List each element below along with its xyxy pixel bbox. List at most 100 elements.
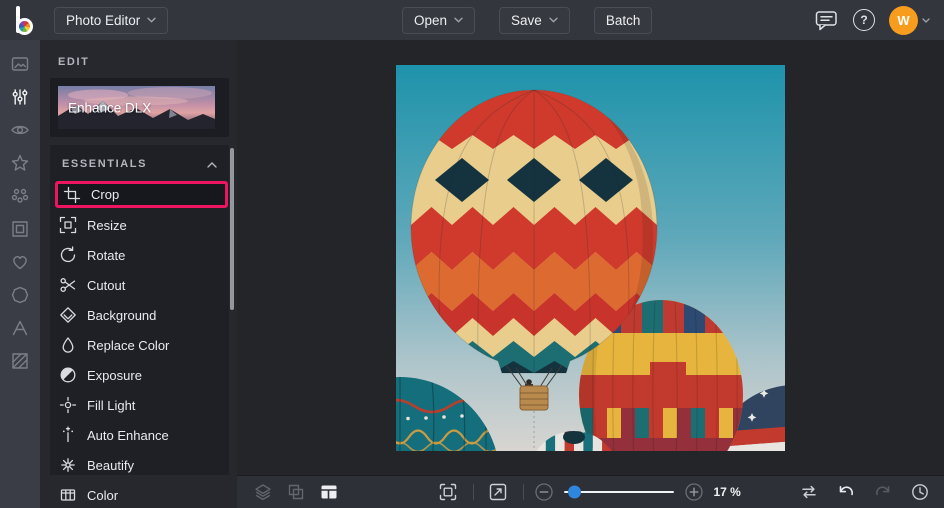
- open-label: Open: [414, 12, 448, 28]
- essentials-item-crop[interactable]: Crop: [55, 181, 228, 208]
- history-icon[interactable]: [903, 476, 936, 508]
- avatar-initial: W: [897, 12, 910, 28]
- rail-overlays-heart-icon[interactable]: [0, 245, 40, 278]
- rail-textures-icon[interactable]: [0, 344, 40, 377]
- canvas-area[interactable]: [237, 40, 944, 475]
- essentials-item-auto-enhance[interactable]: Auto Enhance: [50, 420, 229, 450]
- top-bar: Photo Editor Open Save Batch ? W: [0, 0, 944, 40]
- essentials-item-background[interactable]: Background: [50, 300, 229, 330]
- chat-feedback-icon[interactable]: [813, 7, 839, 33]
- essentials-item-label: Cutout: [87, 277, 126, 293]
- essentials-item-label: Exposure: [87, 367, 142, 383]
- rail-touch-up-icon[interactable]: [0, 113, 40, 146]
- photo-editor-app: Photo Editor Open Save Batch ? W EDIT En…: [0, 0, 944, 508]
- essentials-item-label: Resize: [87, 217, 127, 233]
- bottom-toolbar: 17 %: [237, 475, 944, 508]
- rail-photo-manager-icon[interactable]: [0, 47, 40, 80]
- app-menu-button[interactable]: Photo Editor: [54, 6, 169, 34]
- essentials-title: ESSENTIALS: [62, 158, 148, 170]
- redo-icon[interactable]: [866, 476, 899, 508]
- left-tool-rail: [0, 40, 40, 508]
- compare-icon[interactable]: [792, 476, 825, 508]
- panel-layout-icon[interactable]: [312, 476, 345, 508]
- divider: [522, 484, 524, 500]
- essentials-item-label: Color: [87, 487, 119, 503]
- chevron-down-icon: [147, 17, 156, 23]
- zoom-in-icon[interactable]: [682, 476, 706, 508]
- app-menu-label: Photo Editor: [66, 12, 141, 28]
- exposure-icon: [59, 366, 77, 384]
- rail-effects-star-icon[interactable]: [0, 146, 40, 179]
- essentials-item-label: Fill Light: [87, 397, 136, 413]
- essentials-header[interactable]: ESSENTIALS: [50, 147, 229, 180]
- rail-artsy-icon[interactable]: [0, 179, 40, 212]
- essentials-section: ESSENTIALS Crop Resize Rotate Cutout Bac…: [50, 145, 229, 503]
- zoom-slider[interactable]: [563, 485, 674, 499]
- save-label: Save: [511, 12, 542, 28]
- rotate-icon: [59, 246, 77, 264]
- help-glyph: ?: [860, 13, 868, 27]
- essentials-item-label: Auto Enhance: [87, 427, 169, 443]
- chevron-down-icon: [549, 17, 558, 23]
- essentials-item-exposure[interactable]: Exposure: [50, 360, 229, 390]
- divider: [472, 484, 474, 500]
- fullscreen-preview-icon[interactable]: [482, 476, 515, 508]
- open-button[interactable]: Open: [402, 6, 476, 34]
- befunky-logo-icon: [14, 5, 38, 35]
- panel-scrollbar-thumb[interactable]: [230, 148, 234, 310]
- essentials-item-label: Rotate: [87, 247, 126, 263]
- rail-frames-icon[interactable]: [0, 212, 40, 245]
- essentials-item-cutout[interactable]: Cutout: [50, 270, 229, 300]
- edit-panel: EDIT Enhance DLX ESSENTIALS Crop Resize …: [40, 40, 237, 508]
- essentials-item-label: Crop: [91, 187, 120, 202]
- essentials-item-rotate[interactable]: Rotate: [50, 240, 229, 270]
- rail-text-tool-icon[interactable]: [0, 311, 40, 344]
- workspace: EDIT Enhance DLX ESSENTIALS Crop Resize …: [0, 40, 944, 508]
- chevron-down-icon: [922, 17, 930, 23]
- beautify-flower-icon: [59, 456, 77, 474]
- save-button[interactable]: Save: [499, 6, 570, 34]
- account-menu[interactable]: W: [889, 5, 930, 35]
- bottom-right-tools: [792, 476, 944, 508]
- essentials-item-beautify[interactable]: Beautify: [50, 450, 229, 480]
- chevron-up-icon: [207, 155, 217, 173]
- essentials-item-replace-color[interactable]: Replace Color: [50, 330, 229, 360]
- zoom-slider-knob[interactable]: [567, 485, 581, 499]
- rail-graphics-badge-icon[interactable]: [0, 278, 40, 311]
- background-diamond-icon: [59, 306, 77, 324]
- droplet-icon: [59, 336, 77, 354]
- resize-icon: [59, 216, 77, 234]
- rail-edit-adjust-icon[interactable]: [0, 80, 40, 113]
- layers-icon[interactable]: [246, 476, 279, 508]
- fit-screen-icon[interactable]: [432, 476, 465, 508]
- undo-icon[interactable]: [829, 476, 862, 508]
- zoom-percent-label: 17 %: [713, 485, 741, 499]
- enhance-dlx-label: Enhance DLX: [68, 100, 152, 115]
- essentials-item-label: Replace Color: [87, 337, 170, 353]
- batch-label: Batch: [605, 12, 641, 28]
- essentials-item-label: Background: [87, 307, 157, 323]
- bottom-left-tools: [237, 476, 345, 508]
- enhance-dlx-thumbnail: Enhance DLX: [58, 86, 221, 129]
- top-center-actions: Open Save Batch: [402, 0, 653, 40]
- panel-section-title: EDIT: [58, 56, 90, 68]
- transform-icon[interactable]: [279, 476, 312, 508]
- essentials-item-fill-light[interactable]: Fill Light: [50, 390, 229, 420]
- batch-button[interactable]: Batch: [593, 6, 653, 34]
- zoom-out-icon[interactable]: [532, 476, 556, 508]
- essentials-item-resize[interactable]: Resize: [50, 210, 229, 240]
- photo-canvas-image[interactable]: [396, 64, 785, 451]
- avatar: W: [889, 5, 918, 35]
- chevron-down-icon: [454, 17, 463, 23]
- crop-icon: [63, 186, 81, 204]
- fill-light-icon: [59, 396, 77, 414]
- essentials-item-color[interactable]: Color: [50, 480, 229, 508]
- essentials-item-label: Beautify: [87, 457, 134, 473]
- enhance-dlx-card[interactable]: Enhance DLX: [50, 78, 229, 137]
- help-icon[interactable]: ?: [853, 9, 875, 31]
- scissors-icon: [59, 276, 77, 294]
- top-right-actions: ? W: [813, 5, 930, 35]
- zoom-controls: 17 %: [432, 476, 750, 508]
- color-swatch-icon: [59, 486, 77, 504]
- auto-enhance-wand-icon: [59, 426, 77, 444]
